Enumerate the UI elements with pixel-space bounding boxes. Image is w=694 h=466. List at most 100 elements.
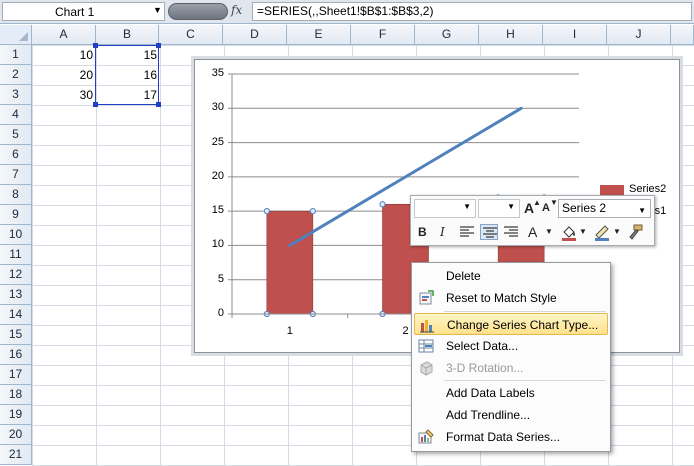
font-color-button[interactable]: A [528,224,537,240]
reset-style-icon [419,290,434,305]
y-tick-label: 35 [211,67,224,79]
align-right-icon[interactable] [502,224,520,240]
cell-a1[interactable]: 10 [32,45,96,65]
column-header[interactable] [671,25,694,45]
select-data-icon [418,339,434,353]
menu-item-reset-to-match-style[interactable]: Reset to Match Style [414,287,608,309]
y-tick-label: 15 [211,204,224,217]
font-name-dropdown[interactable]: ▼ [414,199,476,218]
column-header[interactable]: H [479,25,543,45]
column-header[interactable]: J [607,25,671,45]
row-header[interactable]: 7 [0,165,32,185]
chevron-down-icon: ▼ [463,202,471,211]
column-header[interactable]: B [96,25,159,45]
row-header[interactable]: 5 [0,125,32,145]
row-header[interactable]: 10 [0,225,32,245]
range-handle[interactable] [93,102,98,107]
column-header[interactable]: C [159,25,223,45]
column-header[interactable]: E [287,25,351,45]
range-handle[interactable] [93,43,98,48]
bar-selection-handle [263,208,270,215]
row-header[interactable]: 18 [0,385,32,405]
column-header[interactable]: A [32,25,96,45]
menu-separator [444,311,606,312]
row-header[interactable]: 11 [0,245,32,265]
menu-item-add-trendline[interactable]: Add Trendline... [414,404,608,426]
row-header[interactable]: 9 [0,205,32,225]
chart-element-value: Series 2 [562,201,607,215]
cell-a2[interactable]: 20 [32,65,96,85]
grow-font-icon: ▲ [533,198,541,207]
row-header[interactable]: 14 [0,305,32,325]
row-header[interactable]: 21 [0,445,32,465]
y-tick-label: 20 [211,169,224,182]
row-header[interactable]: 13 [0,285,32,305]
shrink-font-button[interactable]: A [542,202,550,214]
data-range-highlight [93,43,161,107]
menu-separator [444,380,606,381]
legend-entry[interactable]: Series2 [629,183,666,195]
chart-type-icon [420,320,434,333]
chevron-down-icon: ▼ [638,206,646,215]
y-tick-label: 0 [217,307,224,319]
shrink-font-icon: ▼ [550,198,558,207]
chevron-down-icon[interactable]: ▼ [545,227,553,236]
column-header[interactable]: G [415,25,479,45]
menu-item-select-data[interactable]: Select Data... [414,335,608,357]
menu-item-add-data-labels[interactable]: Add Data Labels [414,382,608,404]
mini-toolbar: ▼ ▼ A ▲ A ▼ Series 2 ▼ B I A ▼ ▼ ▼ [410,195,655,246]
y-tick-label: 5 [217,272,224,285]
select-all-corner[interactable] [0,25,32,45]
row-header[interactable]: 16 [0,345,32,365]
chevron-down-icon: ▼ [507,202,515,211]
row-header[interactable]: 2 [0,65,32,85]
chevron-down-icon[interactable]: ▼ [153,5,162,15]
menu-item-3d-rotation: 3-D Rotation... [414,357,608,379]
cell-a3[interactable]: 30 [32,85,96,105]
fill-color-icon[interactable] [560,223,578,241]
chevron-down-icon[interactable]: ▼ [613,227,621,236]
row-header[interactable]: 3 [0,85,32,105]
line-color-icon[interactable] [593,223,611,241]
formula-bar: Chart 1 ▼ fx =SERIES(,,Sheet1!$B$1:$B$3,… [0,0,694,24]
row-header[interactable]: 15 [0,325,32,345]
bold-button[interactable]: B [418,225,427,239]
row-header[interactable]: 6 [0,145,32,165]
italic-button[interactable]: I [440,225,445,239]
name-box-value: Chart 1 [55,5,95,19]
bar[interactable] [266,210,314,315]
rotation-3d-icon [420,361,433,376]
format-painter-icon[interactable] [626,223,644,241]
row-header[interactable]: 4 [0,105,32,125]
bar-selection-handle [309,208,316,215]
row-header[interactable]: 19 [0,405,32,425]
range-handle[interactable] [156,102,161,107]
x-tick-label: 1 [286,325,293,337]
row-header[interactable]: 17 [0,365,32,385]
y-tick-label: 25 [211,135,224,148]
format-series-icon [418,429,434,444]
column-header[interactable]: F [351,25,415,45]
row-header[interactable]: 20 [0,425,32,445]
context-menu: Delete Reset to Match Style Change Serie… [411,262,611,452]
range-handle[interactable] [156,43,161,48]
column-header[interactable]: D [223,25,287,45]
align-center-icon[interactable] [480,224,498,240]
row-header[interactable]: 1 [0,45,32,65]
insert-function-icon[interactable]: fx [231,3,242,17]
row-header[interactable]: 8 [0,185,32,205]
formula-bar-grip[interactable] [168,3,228,20]
align-left-icon[interactable] [458,224,476,240]
menu-item-change-series-chart-type[interactable]: Change Series Chart Type... [414,313,608,335]
menu-item-delete[interactable]: Delete [414,265,608,287]
formula-input[interactable]: =SERIES(,,Sheet1!$B$1:$B$3,2) [252,2,692,21]
column-header[interactable]: I [543,25,607,45]
name-box[interactable]: Chart 1 ▼ [2,2,165,21]
menu-item-format-data-series[interactable]: Format Data Series... [414,426,608,448]
row-header[interactable]: 12 [0,265,32,285]
chevron-down-icon[interactable]: ▼ [579,227,587,236]
y-tick-label: 10 [211,238,224,251]
y-tick-label: 30 [211,101,224,114]
font-size-dropdown[interactable]: ▼ [478,199,520,218]
chart-element-select[interactable]: Series 2 ▼ [558,199,651,218]
